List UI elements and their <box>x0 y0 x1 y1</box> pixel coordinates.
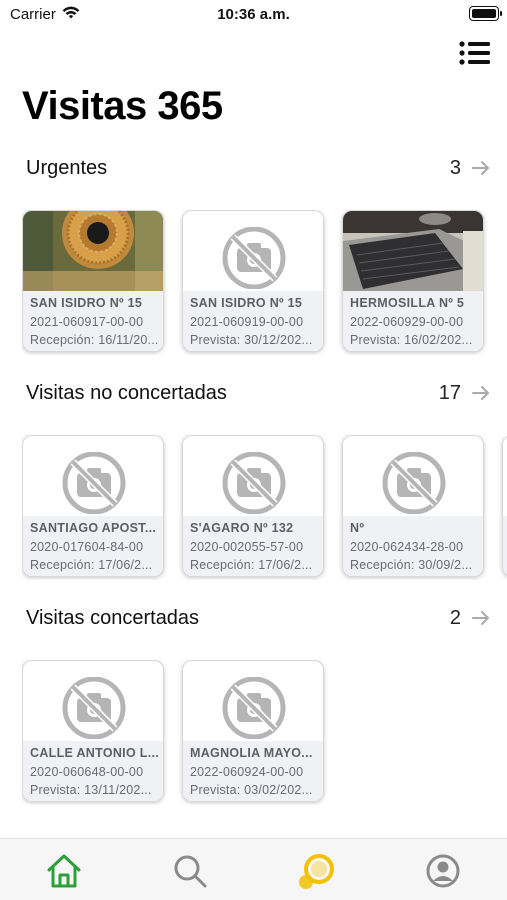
card-reference: 2021-060917-00-00 <box>30 315 144 329</box>
card-carousel[interactable]: SAN ISIDRO Nº 15 2021-060917-00-00 Recep… <box>22 210 507 355</box>
visit-card[interactable]: SANTIAGO APOST... 2020-017604-84-00 Rece… <box>22 435 164 577</box>
card-address: Nº <box>350 521 365 535</box>
home-icon[interactable] <box>44 851 84 891</box>
no-photo-icon <box>62 677 126 739</box>
card-date: Prevista: 03/02/202... <box>190 783 313 797</box>
status-time: 10:36 a.m. <box>217 6 290 23</box>
card-date: Recepción: 16/11/20... <box>30 333 159 347</box>
card-thumbnail <box>23 661 163 741</box>
no-photo-icon <box>62 452 126 514</box>
visit-card[interactable]: SAN ISIDRO Nº 15 2021-060919-00-00 Previ… <box>182 210 324 352</box>
card-thumbnail <box>503 436 507 516</box>
battery-icon <box>469 6 502 21</box>
profile-icon[interactable] <box>423 851 463 891</box>
card-reference: 2022-060924-00-00 <box>190 765 304 779</box>
card-info: SANTIAGO APOST... 2020-017604-84-00 Rece… <box>23 516 163 576</box>
section-count: 3 <box>449 157 461 179</box>
no-photo-icon <box>382 452 446 514</box>
no-photo-icon <box>222 677 286 739</box>
card-info: SAN ISIDRO Nº 15 2021-060917-00-00 Recep… <box>23 291 163 351</box>
card-address: HERMOSILLA Nº 5 <box>350 296 465 310</box>
section-title: Urgentes <box>26 157 108 179</box>
card-carousel[interactable]: SANTIAGO APOST... 2020-017604-84-00 Rece… <box>22 435 507 580</box>
card-carousel[interactable]: CALLE ANTONIO L... 2020-060648-00-00 Pre… <box>22 660 507 805</box>
visit-photo <box>23 211 163 291</box>
tab-bar <box>0 838 507 900</box>
arrow-right-icon[interactable] <box>471 159 491 177</box>
list-menu-icon[interactable] <box>459 40 491 66</box>
section-header[interactable]: Visitas no concertadas 17 <box>26 381 491 407</box>
card-info: SAN ISIDRO Nº 15 2021-060919-00-00 Previ… <box>183 291 323 351</box>
visit-card[interactable]: Nº 2020-062434-28-00 Recepción: 30/09/2.… <box>342 435 484 577</box>
no-photo-icon <box>222 227 286 289</box>
card-address: SANTIAGO APOST... <box>30 521 157 535</box>
section-count: 17 <box>438 382 461 404</box>
card-address: S'AGARO Nº 132 <box>190 521 294 535</box>
card-address: CALLE ANTONIO L... <box>30 746 160 760</box>
no-photo-icon <box>222 452 286 514</box>
card-reference: 2020-062434-28-00 <box>350 540 464 554</box>
visit-card[interactable]: HERMOSILLA Nº 5 2022-060929-00-00 Previs… <box>342 210 484 352</box>
visit-card[interactable]: CALLE ANTONIO L... 2020-060648-00-00 Pre… <box>22 660 164 802</box>
card-info: HERMOSILLA Nº 5 2022-060929-00-00 Previs… <box>343 291 483 351</box>
card-reference: 2022-060929-00-00 <box>350 315 464 329</box>
card-date: Recepción: 17/06/2... <box>190 558 313 572</box>
sync-circle-icon[interactable] <box>297 851 337 891</box>
card-reference: 2021-060919-00-00 <box>190 315 304 329</box>
card-thumbnail <box>343 436 483 516</box>
search-icon[interactable] <box>170 851 210 891</box>
visit-card[interactable]: MAGNOLIA MAYO... 2022-060924-00-00 Previ… <box>182 660 324 802</box>
card-thumbnail <box>183 436 323 516</box>
card-date: Recepción: 30/09/2... <box>350 558 473 572</box>
visit-card[interactable]: SAN ISIDRO Nº 15 2021-060917-00-00 Recep… <box>22 210 164 352</box>
card-info <box>503 516 507 576</box>
status-bar: Carrier 10:36 a.m. <box>0 0 507 30</box>
card-thumbnail <box>183 211 323 291</box>
section-header[interactable]: Visitas concertadas 2 <box>26 606 491 632</box>
card-info: CALLE ANTONIO L... 2020-060648-00-00 Pre… <box>23 741 163 801</box>
card-date: Recepción: 17/06/2... <box>30 558 153 572</box>
card-reference: 2020-060648-00-00 <box>30 765 144 779</box>
arrow-right-icon[interactable] <box>471 609 491 627</box>
card-address: MAGNOLIA MAYO... <box>190 746 313 760</box>
card-date: Prevista: 13/11/202... <box>30 783 152 797</box>
card-date: Prevista: 16/02/202... <box>350 333 473 347</box>
card-date: Prevista: 30/12/202... <box>190 333 313 347</box>
section-header[interactable]: Urgentes 3 <box>26 156 491 182</box>
card-reference: 2020-002055-57-00 <box>190 540 304 554</box>
card-address: SAN ISIDRO Nº 15 <box>190 296 303 310</box>
visit-card[interactable]: S'AGARO Nº 132 2020-002055-57-00 Recepci… <box>182 435 324 577</box>
card-thumbnail <box>183 661 323 741</box>
page-title: Visitas 365 <box>22 84 223 128</box>
arrow-right-icon[interactable] <box>471 384 491 402</box>
section-title: Visitas concertadas <box>26 607 200 629</box>
card-info: Nº 2020-062434-28-00 Recepción: 30/09/2.… <box>343 516 483 576</box>
card-reference: 2020-017604-84-00 <box>30 540 144 554</box>
card-info: MAGNOLIA MAYO... 2022-060924-00-00 Previ… <box>183 741 323 801</box>
section-count: 2 <box>449 607 461 629</box>
card-info: S'AGARO Nº 132 2020-002055-57-00 Recepci… <box>183 516 323 576</box>
section-title: Visitas no concertadas <box>26 382 227 404</box>
visit-card[interactable] <box>502 435 507 577</box>
visit-photo <box>343 211 483 291</box>
card-address: SAN ISIDRO Nº 15 <box>30 296 143 310</box>
card-thumbnail <box>23 436 163 516</box>
